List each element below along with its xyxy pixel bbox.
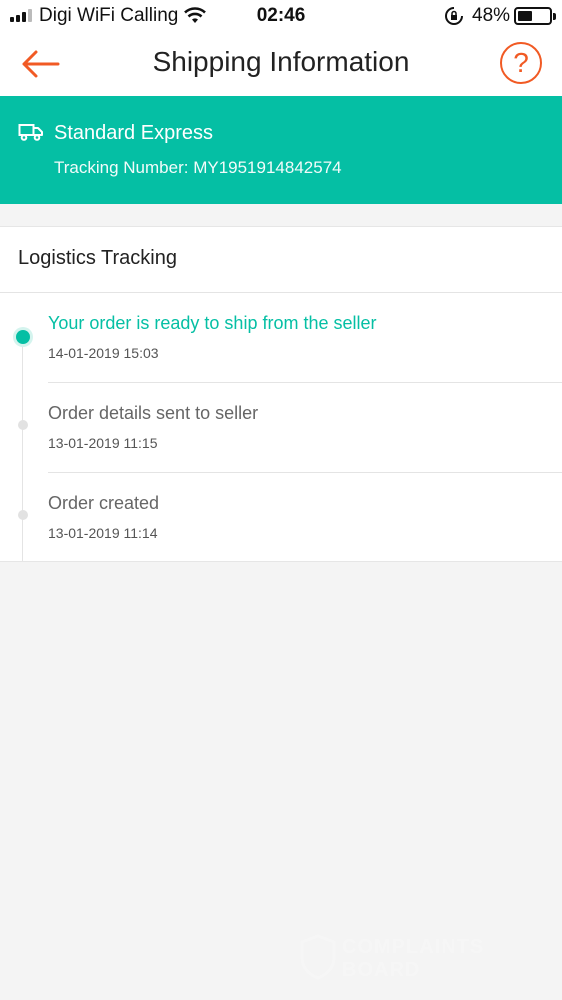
timeline-dot [18, 510, 28, 520]
question-mark-icon: ? [513, 47, 529, 78]
navigation-bar: Shipping Information ? [0, 32, 562, 96]
event-time: 14-01-2019 15:03 [48, 345, 159, 361]
event-title: Order created [48, 493, 160, 513]
event-title: Order details sent to seller [48, 403, 259, 423]
battery-percent: 48% [472, 5, 511, 26]
battery-level [518, 11, 532, 21]
section-title: Logistics Tracking [18, 247, 177, 269]
event-title: Your order is ready to ship from the sel… [48, 313, 377, 333]
truck-icon [18, 124, 43, 141]
timeline-dot [18, 420, 28, 430]
page-title: Shipping Information [152, 46, 410, 77]
timeline-dot-active [16, 330, 30, 344]
help-button[interactable]: ? [500, 42, 542, 84]
timeline-event: Order details sent to seller 13-01-2019 … [0, 383, 562, 473]
battery-icon [514, 7, 556, 25]
timeline-event: Order created 13-01-2019 11:14 [0, 473, 562, 563]
shipping-method: Standard Express [54, 122, 213, 144]
shipment-banner: Standard Express Tracking Number: MY1951… [0, 96, 562, 204]
timeline-event: Your order is ready to ship from the sel… [0, 293, 562, 383]
status-bar: Digi WiFi Calling 02:46 48% [0, 0, 562, 32]
event-time: 13-01-2019 11:15 [48, 435, 158, 451]
watermark-logo: COMPLAINTS BOARD [300, 934, 520, 982]
tracking-number[interactable]: Tracking Number: MY1951914842574 [54, 158, 342, 178]
rotation-lock-icon [445, 7, 463, 25]
watermark-shield-icon [300, 934, 336, 980]
logistics-tracking-card: Logistics Tracking Your order is ready t… [0, 226, 562, 562]
event-time: 13-01-2019 11:14 [48, 525, 158, 541]
